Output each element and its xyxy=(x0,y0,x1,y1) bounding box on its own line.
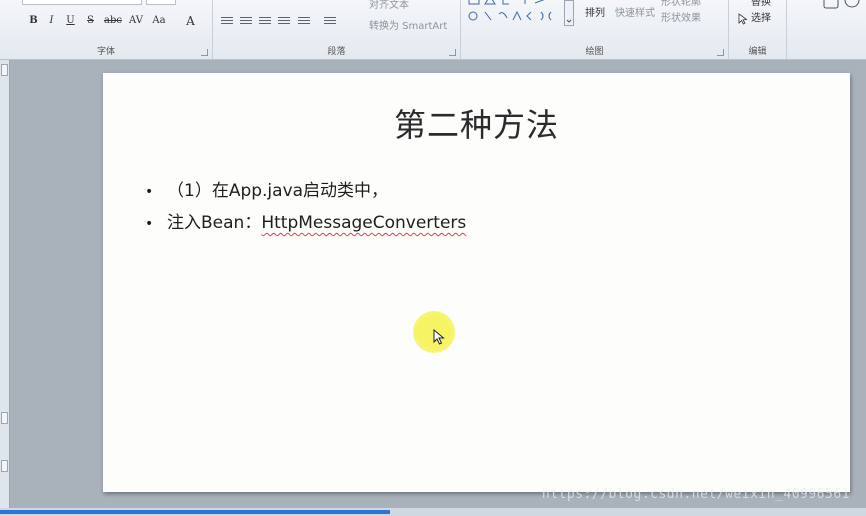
bullet-marker: • xyxy=(145,216,154,232)
bullet-text: （1）在App.java启动类中， xyxy=(167,181,389,201)
font-size-field[interactable] xyxy=(146,0,176,5)
bullet-item[interactable]: • 注入Bean：HttpMessageConverters xyxy=(145,208,466,233)
justify-icon[interactable] xyxy=(278,15,290,26)
editing-group: 替换 选择 编辑 xyxy=(729,0,787,59)
strikethrough-button[interactable]: S xyxy=(84,14,97,28)
slide-canvas[interactable]: 第二种方法 • （1）在App.java启动类中， • 注入Bean：HttpMes… xyxy=(103,73,850,492)
replace-button[interactable]: 替换 xyxy=(751,0,771,9)
pane-tab[interactable] xyxy=(1,460,8,472)
slides-pane-edge[interactable] xyxy=(0,60,10,508)
align-center-icon[interactable] xyxy=(240,15,252,26)
progress-bar xyxy=(0,510,390,514)
drawing-group: 排列 快速样式 形状轮廓 形状效果 绘图 xyxy=(461,0,729,59)
ribbon: B I U S abc AV Aa A 字体 对齐文本 转换为 SmartArt… xyxy=(0,0,866,60)
bullet-prefix: 注入Bean： xyxy=(167,213,262,233)
slide-title[interactable]: 第二种方法 xyxy=(103,100,850,146)
columns-icon[interactable] xyxy=(324,15,336,26)
gallery-scroll[interactable] xyxy=(564,0,574,26)
bullet-item[interactable]: • （1）在App.java启动类中， xyxy=(145,176,388,201)
watermark: https://blog.csdn.net/weixin_40996561 xyxy=(541,487,850,502)
help-icon[interactable] xyxy=(822,0,862,12)
char-spacing-button[interactable]: AV xyxy=(128,14,144,28)
select-cursor-icon xyxy=(738,13,748,25)
bullet-marker: • xyxy=(145,184,154,200)
bold-button[interactable]: B xyxy=(27,14,40,28)
font-name-field[interactable] xyxy=(22,0,142,5)
distributed-icon[interactable] xyxy=(298,15,310,26)
pane-tab[interactable] xyxy=(1,64,8,76)
arrange-button[interactable]: 排列 xyxy=(585,8,605,20)
spellcheck-flagged-text: HttpMessageConverters xyxy=(261,213,467,233)
underline-button[interactable]: U xyxy=(64,14,77,28)
dialog-launcher-icon[interactable] xyxy=(449,49,456,56)
font-color-button[interactable]: A xyxy=(184,14,197,28)
drawing-group-label: 绘图 xyxy=(585,47,604,57)
dialog-launcher-icon[interactable] xyxy=(717,49,724,56)
dialog-launcher-icon[interactable] xyxy=(201,49,208,56)
select-button[interactable]: 选择 xyxy=(751,13,771,25)
paragraph-group-label: 段落 xyxy=(327,47,346,57)
convert-smartart-button[interactable]: 转换为 SmartArt xyxy=(369,21,447,33)
change-case-button[interactable]: Aa xyxy=(150,14,168,28)
align-left-icon[interactable] xyxy=(221,15,233,26)
font-group: B I U S abc AV Aa A 字体 xyxy=(0,0,213,59)
shape-effects-button[interactable]: 形状效果 xyxy=(661,13,701,25)
shape-outline-button[interactable]: 形状轮廓 xyxy=(661,0,701,9)
shapes-gallery[interactable] xyxy=(465,0,575,28)
shadow-button[interactable]: abc xyxy=(104,14,122,28)
paragraph-group: 对齐文本 转换为 SmartArt 段落 xyxy=(213,0,461,59)
align-text-button[interactable]: 对齐文本 xyxy=(369,0,409,12)
italic-button[interactable]: I xyxy=(45,14,58,28)
cursor-arrow-icon xyxy=(433,329,445,345)
quick-styles-button[interactable]: 快速样式 xyxy=(615,8,655,20)
font-group-label: 字体 xyxy=(96,47,115,57)
pane-tab[interactable] xyxy=(1,412,8,424)
align-right-icon[interactable] xyxy=(259,15,271,26)
editing-group-label: 编辑 xyxy=(748,47,767,57)
